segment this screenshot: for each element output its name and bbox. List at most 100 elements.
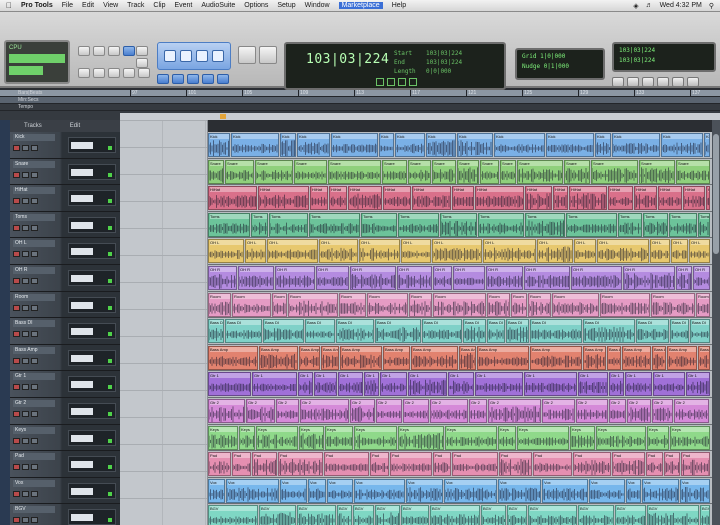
audio-clip[interactable]: Toms [478,212,524,237]
audio-clip[interactable]: Gtr 1 [448,372,474,397]
track-name[interactable]: OH L [13,240,55,248]
audio-clip[interactable]: Gtr 1 [208,372,251,397]
audio-clip[interactable]: Toms [618,212,642,237]
audio-clip[interactable]: HiHat [383,186,411,211]
audio-clip[interactable]: Snare [500,159,516,184]
audio-clip[interactable]: Keys [647,425,669,450]
track-view-display[interactable] [68,190,116,207]
menu-view[interactable]: View [103,2,118,9]
shuffle-mode-button[interactable] [78,46,90,56]
zoom-preset-5[interactable] [138,68,150,78]
audio-clip[interactable]: HiHat [608,186,633,211]
zoomer-tool-icon[interactable] [164,50,176,62]
audio-clip[interactable]: Bass DI [583,319,635,344]
audio-clip[interactable]: Toms [208,212,250,237]
audio-clip[interactable]: HiHat [208,186,257,211]
audio-clip[interactable]: BGV [615,505,646,525]
audio-clip[interactable]: HiHat [348,186,382,211]
zoom-out-button[interactable] [136,58,148,68]
mute-button[interactable] [31,357,38,364]
return-to-zero-button[interactable] [612,77,624,87]
menu-clip[interactable]: Clip [153,2,165,9]
audio-clip[interactable]: Pad [324,452,369,477]
audio-clip[interactable]: Toms [566,212,617,237]
audio-clip[interactable]: Gtr 1 [578,372,608,397]
track-name[interactable]: Pad [13,453,55,461]
zoom-preset-4[interactable] [123,68,135,78]
audio-clip[interactable]: Keys [354,425,397,450]
record-enable-button[interactable] [13,145,20,151]
audio-clip[interactable]: BGV [208,505,258,525]
audio-clip[interactable]: OH L [432,239,482,264]
audio-clip[interactable]: Gtr 2 [576,398,608,423]
audio-clip[interactable]: Bass Amp [208,345,258,370]
audio-clip[interactable]: Gtr 1 [625,372,652,397]
audio-clip[interactable]: Room [600,292,650,317]
solo-button[interactable] [22,490,29,497]
audio-clip[interactable]: Gtr 1 [524,372,577,397]
audio-clip[interactable]: OH L [671,239,688,264]
solo-button[interactable] [22,251,29,258]
mute-button[interactable] [31,437,38,444]
audio-clip[interactable]: Keys [256,425,298,450]
spotlight-icon[interactable]: ⚲ [709,2,714,10]
zoom-in-button[interactable] [136,46,148,56]
audio-clip[interactable]: Kick [661,133,703,157]
audio-clip[interactable]: Toms [398,212,439,237]
audio-clip[interactable]: Vox [642,478,679,503]
audio-clip[interactable]: OH L [689,239,710,264]
audio-clip[interactable]: Snare [225,159,254,184]
audio-clip[interactable]: Kick [297,133,330,157]
audio-clip[interactable]: Bass Amp [667,345,697,370]
audio-clip[interactable]: Gtr 2 [276,398,299,423]
audio-clip[interactable]: Kick [379,133,394,157]
audio-clip[interactable]: Bass DI [422,319,462,344]
audio-clip[interactable]: BGV [259,505,296,525]
audio-clip[interactable]: Bass DI [636,319,669,344]
audio-clip[interactable]: Pad [664,452,680,477]
solo-button[interactable] [22,224,29,231]
audio-clip[interactable]: Pad [208,452,231,477]
audio-clip[interactable]: Pad [433,452,451,477]
track-view-display[interactable] [68,269,116,286]
audio-clip[interactable]: Toms [251,212,268,237]
audio-clip[interactable]: OH L [483,239,536,264]
solo-button[interactable] [22,357,29,364]
audio-clip[interactable]: Snare [676,159,710,184]
audio-clip[interactable]: Vox [589,478,625,503]
audio-clip[interactable]: Gtr 1 [252,372,297,397]
mute-button[interactable] [31,410,38,417]
audio-clip[interactable]: Gtr 1 [475,372,523,397]
track-view-display[interactable] [68,137,116,153]
audio-clip[interactable]: Pad [370,452,389,477]
solo-button[interactable] [22,331,29,338]
audio-clip[interactable]: OH L [650,239,670,264]
audio-clip[interactable]: HiHat [412,186,451,211]
audio-clip[interactable]: Bass DI [263,319,304,344]
track-name[interactable]: Bass DI [13,320,55,328]
track-header[interactable]: Room [10,291,120,319]
solo-button[interactable] [22,304,29,311]
audio-clip[interactable]: Room [367,292,408,317]
track-playlist[interactable]: OH R OH R OH R OH R OH R OH R OH R OH R OH R OH R… [208,265,712,292]
audio-clip[interactable]: Room [487,292,510,317]
track-name[interactable]: Gtr 2 [13,399,55,407]
record-enable-button[interactable] [13,171,20,178]
audio-clip[interactable]: OH L [574,239,596,264]
track-header[interactable]: Kick [10,132,120,159]
track-playlist[interactable]: Bass DI Bass DI Bass DI Bass DI Bass DI Bass … [208,318,712,345]
track-name[interactable]: Kick [13,134,55,141]
audio-clip[interactable]: Bass Amp [383,345,410,370]
audio-clip[interactable]: BGV [481,505,506,525]
audio-clip[interactable]: Vox [354,478,405,503]
playlist-selector[interactable] [71,514,93,522]
track-header[interactable]: Toms [10,211,120,239]
counter-option-3[interactable] [398,78,406,86]
marker[interactable] [220,114,226,119]
track-playlist[interactable]: Toms Toms Toms Toms Toms Toms Toms Toms Toms Toms… [208,212,712,239]
solo-button[interactable] [22,517,29,524]
mute-button[interactable] [31,331,38,338]
audio-clip[interactable]: Bass Amp [477,345,529,370]
audio-clip[interactable]: Kick [231,133,279,157]
audio-clip[interactable]: Gtr 2 [488,398,541,423]
